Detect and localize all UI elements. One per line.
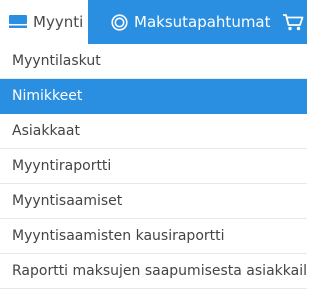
coin-icon: [111, 13, 128, 31]
cart-icon: [282, 13, 304, 31]
menu-item-myyntilaskut[interactable]: Myyntilaskut: [0, 44, 307, 79]
menu-item-myyntisaamiset[interactable]: Myyntisaamiset: [0, 184, 307, 219]
tab-label: Myynti: [33, 13, 84, 31]
tab-cart[interactable]: [282, 0, 312, 44]
menu-item-asiakkaat[interactable]: Asiakkaat: [0, 114, 307, 149]
monitor-icon: [9, 15, 27, 29]
menu-item-nimikkeet[interactable]: Nimikkeet: [0, 79, 307, 114]
tab-myynti[interactable]: Myynti: [0, 0, 88, 44]
tab-label: Maksutapahtumat: [134, 13, 271, 31]
sales-menu: Myyntilaskut Nimikkeet Asiakkaat Myyntir…: [0, 44, 307, 289]
tab-maksutapahtumat[interactable]: Maksutapahtumat: [88, 0, 278, 44]
menu-item-myyntisaamisten-kausiraportti[interactable]: Myyntisaamisten kausiraportti: [0, 219, 307, 254]
top-tab-bar: Myynti Maksutapahtumat: [0, 0, 307, 44]
menu-item-myyntiraportti[interactable]: Myyntiraportti: [0, 149, 307, 184]
menu-item-raportti-maksujen-saapumisesta[interactable]: Raportti maksujen saapumisesta asiakkail…: [0, 254, 307, 289]
